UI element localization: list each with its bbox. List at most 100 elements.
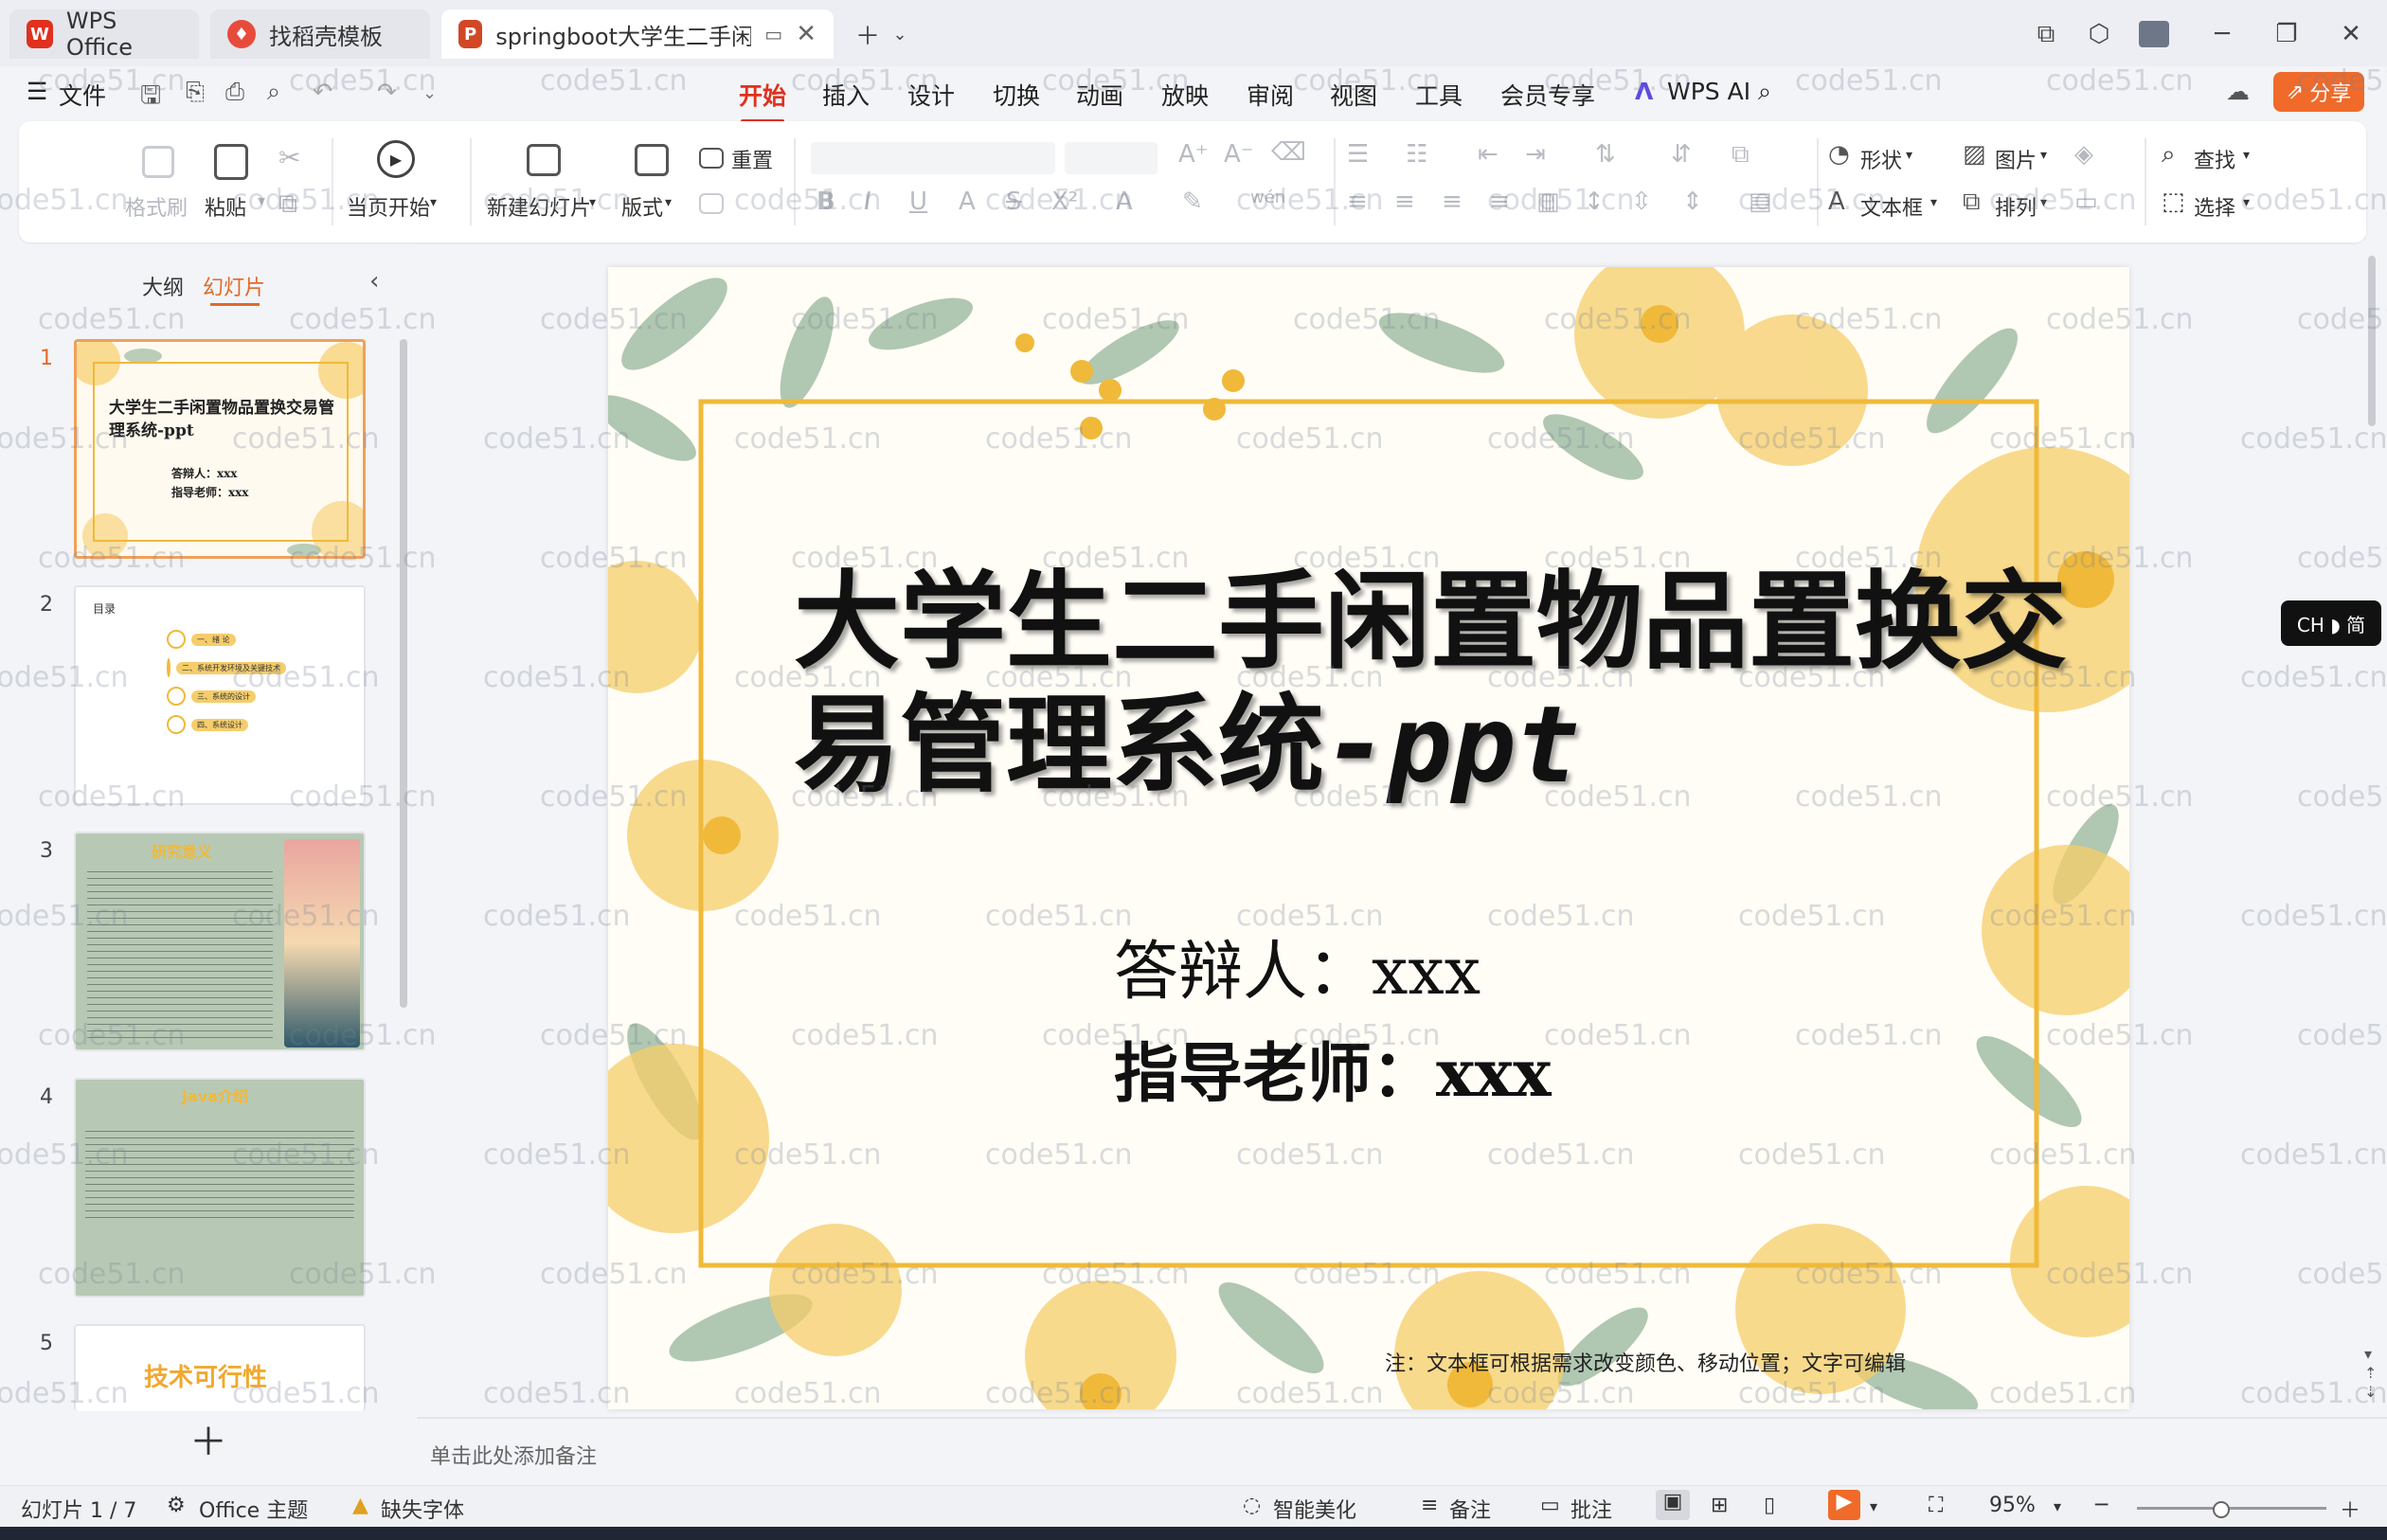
- find-button[interactable]: 查找: [2194, 144, 2235, 174]
- tab-slides[interactable]: 幻灯片: [203, 271, 265, 301]
- vertical-align-icon[interactable]: ⇕: [1682, 188, 1703, 216]
- cut-icon[interactable]: ✂: [278, 142, 300, 173]
- slide-scrollbar[interactable]: [2368, 256, 2376, 426]
- minimize-icon[interactable]: ─: [2203, 15, 2241, 53]
- notes-toggle-button[interactable]: 备注: [1449, 1494, 1491, 1524]
- copy-icon[interactable]: ⧉: [278, 188, 297, 220]
- restore-window-icon[interactable]: ⧉: [2027, 15, 2065, 53]
- zoom-out-icon[interactable]: ─: [2095, 1494, 2108, 1517]
- zoom-chevron-icon[interactable]: ▾: [2054, 1497, 2061, 1515]
- numbered-list-icon[interactable]: ☷: [1406, 140, 1427, 169]
- layout-button[interactable]: 版式: [621, 191, 663, 222]
- slideshow-chevron-icon[interactable]: ▾: [1870, 1497, 1877, 1515]
- search-icon[interactable]: ⌕: [1758, 78, 1771, 106]
- section-icon[interactable]: [699, 193, 724, 214]
- fill-icon[interactable]: ◈: [2074, 140, 2093, 169]
- export-icon[interactable]: ⎘: [186, 78, 205, 106]
- menu-item-home[interactable]: 开始: [739, 78, 786, 123]
- find-chevron-icon[interactable]: ▾: [2243, 148, 2250, 163]
- start-from-current-button[interactable]: 当页开始: [347, 191, 430, 222]
- smart-beautify-button[interactable]: 智能美化: [1273, 1494, 1356, 1524]
- superscript-icon[interactable]: X²: [1051, 188, 1078, 216]
- paragraph-spacing-icon[interactable]: ⇳: [1631, 188, 1652, 216]
- format-painter-button[interactable]: 格式刷: [125, 191, 188, 222]
- text-direction-icon[interactable]: ⇅: [1595, 140, 1616, 169]
- increase-indent-icon[interactable]: ⇥: [1525, 140, 1546, 169]
- clear-format-icon[interactable]: ⌫: [1271, 138, 1306, 167]
- normal-view-icon[interactable]: ▣: [1656, 1490, 1690, 1520]
- maximize-icon[interactable]: ❐: [2268, 15, 2306, 53]
- save-icon[interactable]: 🖫: [140, 78, 161, 119]
- reading-view-icon[interactable]: ▯: [1764, 1494, 1775, 1517]
- panel-scrollbar[interactable]: [400, 339, 407, 1008]
- font-family-select[interactable]: [811, 142, 1055, 174]
- slide-thumbnail-1[interactable]: 大学生二手闲置物品置换交易管理系统-ppt 答辩人：xxx 指导老师：xxx: [74, 339, 366, 559]
- add-slide-button[interactable]: ＋: [189, 1411, 227, 1466]
- close-tab-icon[interactable]: ✕: [796, 20, 817, 48]
- menu-item-membership[interactable]: 会员专享: [1500, 78, 1595, 112]
- picture-chevron-icon[interactable]: ▾: [2040, 148, 2047, 163]
- new-slide-chevron-icon[interactable]: ▾: [589, 195, 596, 210]
- slide-thumbnail-5[interactable]: 技术可行性: [74, 1324, 366, 1411]
- slide-title-line1[interactable]: 大学生二手闲置物品置换交: [794, 561, 2067, 684]
- sort-icon[interactable]: ⇵: [1671, 140, 1692, 169]
- menu-item-slideshow[interactable]: 放映: [1161, 78, 1209, 112]
- ime-indicator[interactable]: CH ◗ 简: [2281, 600, 2381, 646]
- undo-icon[interactable]: ↶: [313, 78, 332, 105]
- decrease-indent-icon[interactable]: ⇤: [1478, 140, 1499, 169]
- italic-icon[interactable]: I: [864, 188, 871, 216]
- zoom-in-icon[interactable]: ＋: [2340, 1494, 2360, 1524]
- strikethrough-icon[interactable]: S: [1006, 188, 1022, 216]
- distribute-icon[interactable]: ▥: [1536, 188, 1560, 216]
- outline-icon[interactable]: ▭: [2074, 188, 2098, 216]
- tab-list-chevron-icon[interactable]: ⌄: [881, 15, 919, 53]
- select-chevron-icon[interactable]: ▾: [2243, 195, 2250, 210]
- missing-font-button[interactable]: 缺失字体: [381, 1494, 464, 1524]
- theme-name[interactable]: Office 主题: [199, 1494, 308, 1524]
- slide-thumbnail-2[interactable]: 目录 一、绪 论 二、系统开发环境及关键技术 三、系统的设计 四、系统设计: [74, 585, 366, 805]
- zoom-level[interactable]: 95%: [1989, 1494, 2036, 1517]
- slide-title-line2[interactable]: 易管理系统-ppt: [794, 684, 1580, 808]
- presenter-text[interactable]: 答辩人：xxx: [1114, 919, 1481, 1012]
- print-icon[interactable]: ⎙: [225, 78, 244, 106]
- slide-canvas[interactable]: 大学生二手闲置物品置换交 易管理系统-ppt 答辩人：xxx 指导老师：xxx …: [608, 267, 2129, 1409]
- menu-file[interactable]: 文件: [59, 78, 106, 112]
- menu-item-animation[interactable]: 动画: [1076, 78, 1123, 112]
- advisor-text[interactable]: 指导老师：xxx: [1114, 1021, 1552, 1115]
- fit-window-icon[interactable]: ⛶: [1929, 1494, 1943, 1517]
- notes-pane[interactable]: 单击此处添加备注: [417, 1417, 2387, 1487]
- arrange-chevron-icon[interactable]: ▾: [2040, 195, 2047, 210]
- menu-item-transition[interactable]: 切换: [993, 78, 1040, 112]
- hamburger-icon[interactable]: ☰: [27, 78, 47, 105]
- avatar[interactable]: [2135, 15, 2173, 53]
- comments-button[interactable]: 批注: [1570, 1494, 1612, 1524]
- justify-icon[interactable]: ≡: [1489, 188, 1510, 216]
- close-window-icon[interactable]: ✕: [2332, 15, 2370, 53]
- new-slide-button[interactable]: 新建幻灯片: [487, 191, 591, 222]
- select-button[interactable]: 选择: [2194, 191, 2235, 222]
- tab-outline[interactable]: 大纲: [142, 271, 184, 301]
- cube-icon[interactable]: ⬡: [2080, 15, 2118, 53]
- slide-footnote[interactable]: 注：文本框可根据需求改变颜色、移动位置；文字可编辑: [1385, 1347, 1906, 1377]
- bullet-list-icon[interactable]: ☰: [1347, 140, 1369, 169]
- print-preview-icon[interactable]: ⌕: [267, 78, 280, 106]
- font-color-icon[interactable]: A: [1116, 188, 1133, 216]
- text-shadow-icon[interactable]: A: [959, 188, 976, 216]
- redo-icon[interactable]: ↷: [377, 78, 397, 105]
- columns-icon[interactable]: ▤: [1749, 188, 1772, 216]
- font-size-select[interactable]: [1065, 142, 1158, 174]
- phonetic-icon[interactable]: wén: [1250, 188, 1285, 207]
- arrange-button[interactable]: 排列: [1995, 191, 2037, 222]
- slide-thumbnail-3[interactable]: 研究意义: [74, 832, 366, 1051]
- paste-button[interactable]: 粘贴: [205, 191, 246, 222]
- tab-wps-office[interactable]: W WPS Office: [9, 8, 199, 61]
- share-button[interactable]: ⇗ 分享: [2273, 72, 2364, 112]
- textbox-button[interactable]: 文本框: [1860, 191, 1923, 222]
- highlight-icon[interactable]: ✎: [1182, 188, 1203, 216]
- slideshow-play-icon[interactable]: ▶: [1828, 1490, 1860, 1520]
- menu-item-tools[interactable]: 工具: [1415, 78, 1463, 112]
- page-nav-icons[interactable]: ▾ ⇡ ⇣: [2364, 1345, 2377, 1402]
- collapse-panel-icon[interactable]: ‹: [369, 267, 379, 295]
- slide-thumbnail-4[interactable]: Java介绍: [74, 1078, 366, 1298]
- menu-item-wps-ai[interactable]: WPS AI: [1667, 78, 1750, 105]
